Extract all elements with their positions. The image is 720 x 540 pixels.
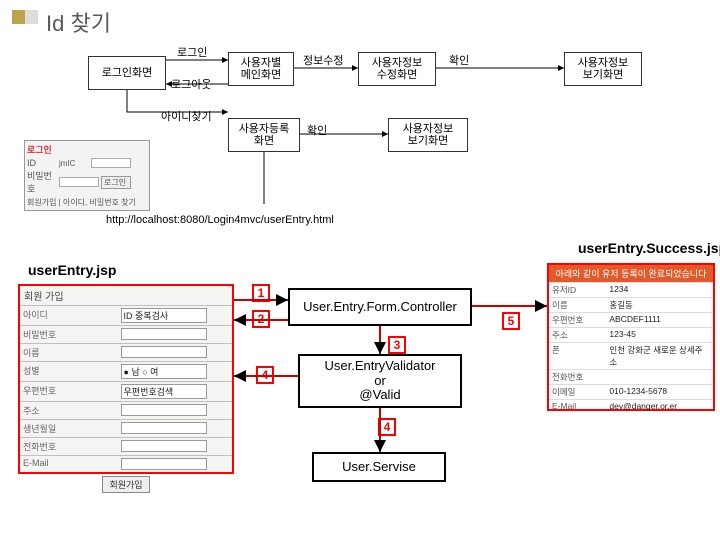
form-row: 전화번호	[20, 437, 232, 455]
success-row-key: 전화번호	[549, 370, 606, 384]
success-row: 폰인천 강화군 새로운 상세주소	[549, 342, 713, 369]
success-row-val	[606, 370, 713, 384]
success-row-val: 010-1234-5678	[606, 385, 713, 399]
node-user-main: 사용자별 메인화면	[228, 52, 294, 86]
success-row-key: 폰	[549, 343, 606, 369]
success-row-val: 인천 강화군 새로운 상세주소	[606, 343, 713, 369]
form-row-key: 우편번호	[20, 382, 118, 401]
label-confirm-2: 확인	[306, 122, 328, 138]
form-rows: 아이디ID 중복검사비밀번호 이름 성별● 남 ○ 여우편번호우편번호검색주소 …	[20, 305, 232, 472]
success-row: 이메일010-1234-5678	[549, 384, 713, 399]
form-row: 생년월일	[20, 419, 232, 437]
form-row-key: 주소	[20, 402, 118, 419]
success-rows: 유저ID1234이름홍길동우편번호ABCDEF1111주소123-45폰인천 강…	[549, 282, 713, 412]
success-row: 유저ID1234	[549, 282, 713, 297]
success-row-key: 이름	[549, 298, 606, 312]
marker-4a: 4	[256, 366, 274, 384]
marker-1: 1	[252, 284, 270, 302]
form-row-key: 이름	[20, 344, 118, 361]
label-login: 로그인	[176, 44, 208, 60]
success-row-key: 이메일	[549, 385, 606, 399]
success-row-key: E-Mail	[549, 400, 606, 412]
success-row: 주소123-45	[549, 327, 713, 342]
node-user-view-2: 사용자정보 보기화면	[388, 118, 468, 152]
form-row: E-Mail	[20, 455, 232, 472]
block-controller: User.Entry.Form.Controller	[288, 288, 472, 326]
form-row-key: E-Mail	[20, 456, 118, 472]
success-row-key: 우편번호	[549, 313, 606, 327]
node-user-edit: 사용자정보 수정화면	[358, 52, 436, 86]
user-entry-form: 회원 가입 아이디ID 중복검사비밀번호 이름 성별● 남 ○ 여우편번호우편번…	[18, 284, 234, 474]
success-row-key: 유저ID	[549, 283, 606, 297]
node-user-reg: 사용자등록 화면	[228, 118, 300, 152]
mini-login-panel: 로그인 IDjmIC 비밀번호 로그인 회원가입 | 아이디, 비밀번호 찾기	[24, 140, 150, 211]
success-row: 전화번호	[549, 369, 713, 384]
form-row-val[interactable]	[118, 326, 232, 343]
form-submit[interactable]: 회원가입	[102, 476, 149, 493]
form-row: 비밀번호	[20, 325, 232, 343]
form-row: 아이디ID 중복검사	[20, 305, 232, 325]
mini-login-hint: 회원가입 | 아이디, 비밀번호 찾기	[27, 197, 147, 208]
label-find-id: 아이디찾기	[160, 108, 213, 124]
form-row-val[interactable]	[118, 344, 232, 361]
mini-login-pw-input[interactable]	[59, 177, 99, 187]
mini-login-title: 로그인	[27, 143, 147, 156]
success-row-val: 홍길동	[606, 298, 713, 312]
mini-login-button[interactable]: 로그인	[101, 176, 131, 189]
form-row-val[interactable]: 우편번호검색	[118, 382, 232, 401]
form-row-val[interactable]: ● 남 ○ 여	[118, 362, 232, 381]
mini-login-id-label: ID	[27, 158, 57, 168]
success-row-key: 주소	[549, 328, 606, 342]
marker-4b: 4	[378, 418, 396, 436]
label-edit-info: 정보수정	[302, 52, 344, 68]
success-row: E-Maildev@danger.or.er	[549, 399, 713, 412]
form-row-key: 생년월일	[20, 420, 118, 437]
mini-login-id-value: jmIC	[59, 159, 89, 168]
marker-2: 2	[252, 310, 270, 328]
success-row-val: ABCDEF1111	[606, 313, 713, 327]
form-row-key: 성별	[20, 362, 118, 381]
form-row: 성별● 남 ○ 여	[20, 361, 232, 381]
success-row-val: dev@danger.or.er	[606, 400, 713, 412]
label-confirm-1: 확인	[448, 52, 470, 68]
mini-login-id-input[interactable]	[91, 158, 131, 168]
mini-login-pw-label: 비밀번호	[27, 169, 57, 195]
form-row-key: 아이디	[20, 306, 118, 325]
form-row-val[interactable]: ID 중복검사	[118, 306, 232, 325]
form-row: 이름	[20, 343, 232, 361]
node-user-view-1: 사용자정보 보기화면	[564, 52, 642, 86]
form-row-key: 비밀번호	[20, 326, 118, 343]
success-row-val: 123-45	[606, 328, 713, 342]
success-row-val: 1234	[606, 283, 713, 297]
form-row-val[interactable]	[118, 456, 232, 472]
form-row-val[interactable]	[118, 438, 232, 455]
form-row-val[interactable]	[118, 420, 232, 437]
entry-jsp-caption: userEntry.jsp	[28, 262, 116, 278]
success-header: 아래와 같이 유저 등록이 완료되었습니다	[549, 265, 713, 282]
success-row: 우편번호ABCDEF1111	[549, 312, 713, 327]
page-title: Id 찾기	[46, 6, 111, 38]
form-row: 주소	[20, 401, 232, 419]
success-jsp-caption: userEntry.Success.jsp	[578, 240, 720, 256]
form-row: 우편번호우편번호검색	[20, 381, 232, 401]
block-validator: User.EntryValidator or @Valid	[298, 354, 462, 408]
marker-3: 3	[388, 336, 406, 354]
node-login-screen: 로그인화면	[88, 56, 166, 90]
url-text: http://localhost:8080/Login4mvc/userEntr…	[106, 214, 316, 226]
form-row-val[interactable]	[118, 402, 232, 419]
user-entry-success: 아래와 같이 유저 등록이 완료되었습니다 유저ID1234이름홍길동우편번호A…	[547, 263, 715, 411]
marker-5: 5	[502, 312, 520, 330]
form-header: 회원 가입	[20, 286, 232, 305]
block-service: User.Servise	[312, 452, 446, 482]
success-row: 이름홍길동	[549, 297, 713, 312]
title-accent	[12, 10, 38, 24]
form-row-key: 전화번호	[20, 438, 118, 455]
label-logout: 로그아웃	[170, 76, 212, 92]
